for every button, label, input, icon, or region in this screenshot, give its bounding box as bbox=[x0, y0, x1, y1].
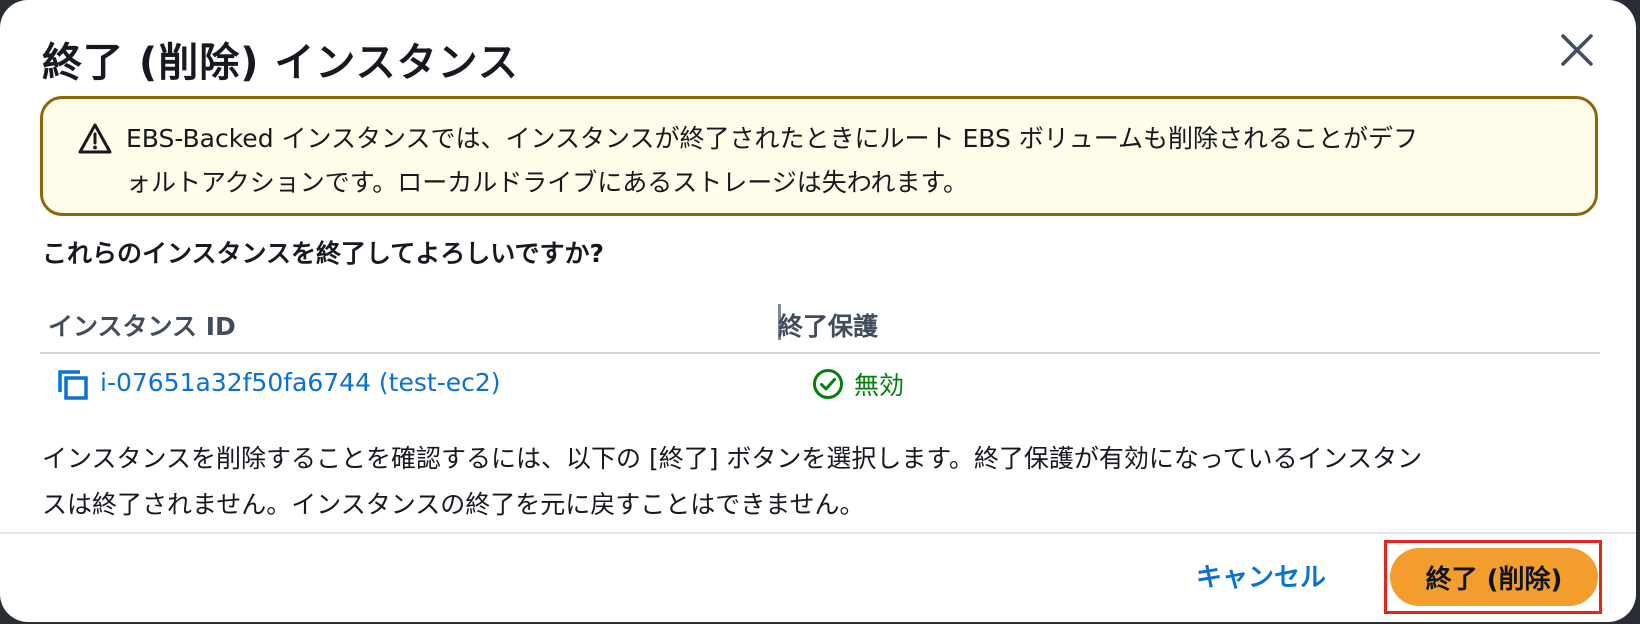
terminate-instance-dialog: 終了 (削除) インスタンス EBS-Backed インスタンスでは、インスタン… bbox=[0, 0, 1636, 622]
confirmation-instructions: インスタンスを削除することを確認するには、以下の [終了] ボタンを選択します。… bbox=[42, 436, 1582, 528]
column-header-instance-id[interactable]: インスタンス ID bbox=[48, 307, 236, 343]
warning-text: EBS-Backed インスタンスでは、インスタンスが終了されたときにルート E… bbox=[126, 117, 1566, 205]
column-header-protection[interactable]: 終了保護 bbox=[778, 307, 878, 343]
close-button[interactable] bbox=[1555, 28, 1599, 72]
copy-icon bbox=[58, 370, 88, 400]
table-row: i-07651a32f50fa6744 (test-ec2) 無効 bbox=[40, 356, 1600, 412]
instances-table-header: インスタンス ID 終了保護 bbox=[40, 302, 1600, 354]
footer-divider bbox=[0, 532, 1636, 534]
dialog-title: 終了 (削除) インスタンス bbox=[42, 40, 519, 86]
confirmation-line-2: スは終了されません。インスタンスの終了を元に戻すことはできません。 bbox=[42, 490, 865, 519]
warning-text-line-2: ォルトアクションです。ローカルドライブにあるストレージは失われます。 bbox=[126, 168, 969, 197]
terminate-button[interactable]: 終了 (削除) bbox=[1390, 548, 1598, 606]
column-header-protection-label: 終了保護 bbox=[778, 312, 879, 341]
warning-text-line-1: EBS-Backed インスタンスでは、インスタンスが終了されたときにルート E… bbox=[126, 124, 1419, 153]
cancel-button[interactable]: キャンセル bbox=[1178, 550, 1344, 606]
confirmation-question: これらのインスタンスを終了してよろしいですか? bbox=[42, 239, 605, 268]
check-circle-icon bbox=[813, 369, 843, 399]
warning-icon bbox=[78, 123, 112, 154]
instance-id-link[interactable]: i-07651a32f50fa6744 (test-ec2) bbox=[100, 368, 501, 397]
warning-alert: EBS-Backed インスタンスでは、インスタンスが終了されたときにルート E… bbox=[40, 96, 1598, 216]
confirmation-line-1: インスタンスを削除することを確認するには、以下の [終了] ボタンを選択します。… bbox=[42, 444, 1423, 473]
termination-protection-status: 無効 bbox=[854, 371, 905, 400]
copy-button[interactable] bbox=[56, 368, 90, 402]
close-icon bbox=[1561, 34, 1593, 66]
